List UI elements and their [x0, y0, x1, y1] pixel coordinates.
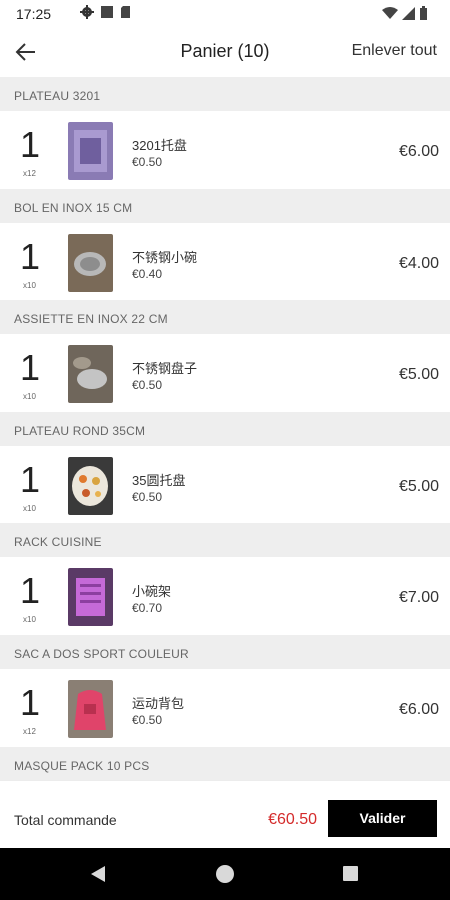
quantity: 1 [20, 124, 41, 165]
cart-item[interactable]: 1 x10 35圆托盘 €0.50 €5.00 [0, 445, 450, 524]
unit-price: €0.40 [132, 266, 163, 281]
signal-icon [402, 6, 415, 20]
section-header: MASQUE PACK 10 PCS [0, 746, 450, 780]
gear-icon [80, 5, 94, 19]
wifi-icon [382, 6, 398, 19]
order-total-value: €60.50 [268, 811, 317, 828]
product-name: 运动背包 [132, 695, 185, 711]
line-total: €7.00 [398, 589, 439, 607]
line-total: €6.00 [398, 143, 439, 160]
pack-size: x10 [23, 392, 36, 402]
system-nav-bar [0, 848, 450, 900]
pack-size: x12 [23, 726, 36, 736]
quantity: 1 [20, 458, 41, 500]
status-bar: 17:25 [0, 0, 450, 28]
status-time: 17:25 [16, 6, 52, 22]
product-thumbnail [68, 679, 113, 738]
cart-item[interactable]: 1 x12 3201托盘 €0.50 €6.00 [0, 111, 450, 189]
status-left-icons [80, 5, 131, 19]
product-name: 3201托盘 [132, 138, 187, 153]
product-thumbnail [68, 568, 113, 627]
product-name: 不锈钢小碗 [132, 249, 198, 265]
section-header: ASSIETTE EN INOX 22 CM [0, 300, 450, 335]
clear-all-button[interactable]: Enlever tout [352, 42, 437, 60]
line-total: €5.00 [398, 477, 439, 495]
nav-back-icon[interactable] [89, 864, 107, 884]
pack-size: x12 [23, 169, 36, 178]
pack-size: x10 [23, 280, 36, 290]
section-header: BOL EN INOX 15 CM [0, 188, 450, 223]
order-footer: Total commande €60.50 Valider [0, 780, 450, 848]
quantity: 1 [20, 347, 41, 389]
quantity: 1 [20, 681, 41, 723]
order-total-label: Total commande [14, 812, 117, 828]
quantity: 1 [20, 570, 41, 612]
section-header: PLATEAU 3201 [0, 77, 450, 111]
product-name: 不锈钢盘子 [132, 361, 198, 377]
status-right-icons [382, 6, 428, 20]
pack-size: x10 [23, 503, 36, 513]
product-name: 35圆托盘 [132, 472, 186, 488]
line-total: €6.00 [398, 700, 439, 718]
quantity: 1 [20, 235, 41, 277]
nav-recent-apps-icon[interactable] [343, 866, 358, 881]
cart-item[interactable]: 1 x10 不锈钢小碗 €0.40 €4.00 [0, 222, 450, 301]
unit-price: €0.70 [132, 601, 163, 616]
sim-card-icon [121, 6, 130, 18]
cart-item[interactable]: 1 x10 不锈钢盘子 €0.50 €5.00 [0, 334, 450, 412]
cart-item[interactable]: 1 x10 小碗架 €0.70 €7.00 [0, 557, 450, 635]
line-total: €4.00 [398, 254, 439, 272]
section-header: RACK CUISINE [0, 523, 450, 558]
cart-list[interactable]: PLATEAU 3201 1 x12 3201托盘 €0.50 €6.00 BO… [0, 77, 450, 780]
unit-price: €0.50 [132, 712, 163, 727]
unit-price: €0.50 [132, 489, 163, 504]
product-thumbnail [68, 345, 113, 404]
unit-price: €0.50 [132, 155, 163, 169]
section-header: SAC A DOS SPORT COULEUR [0, 634, 450, 669]
validate-button[interactable]: Valider [328, 800, 437, 837]
line-total: €5.00 [398, 366, 439, 384]
product-name: 小碗架 [132, 584, 172, 600]
battery-icon [420, 6, 427, 20]
nav-home-icon[interactable] [216, 865, 234, 883]
product-thumbnail [68, 456, 113, 515]
unit-price: €0.50 [132, 378, 163, 393]
product-thumbnail [68, 122, 113, 180]
cart-item[interactable]: 1 x12 运动背包 €0.50 €6.00 [0, 668, 450, 747]
square-icon [101, 6, 113, 18]
section-header: PLATEAU ROND 35CM [0, 411, 450, 446]
product-thumbnail [68, 233, 113, 292]
app-bar: Panier (10) Enlever tout [0, 28, 450, 76]
pack-size: x10 [23, 615, 36, 625]
